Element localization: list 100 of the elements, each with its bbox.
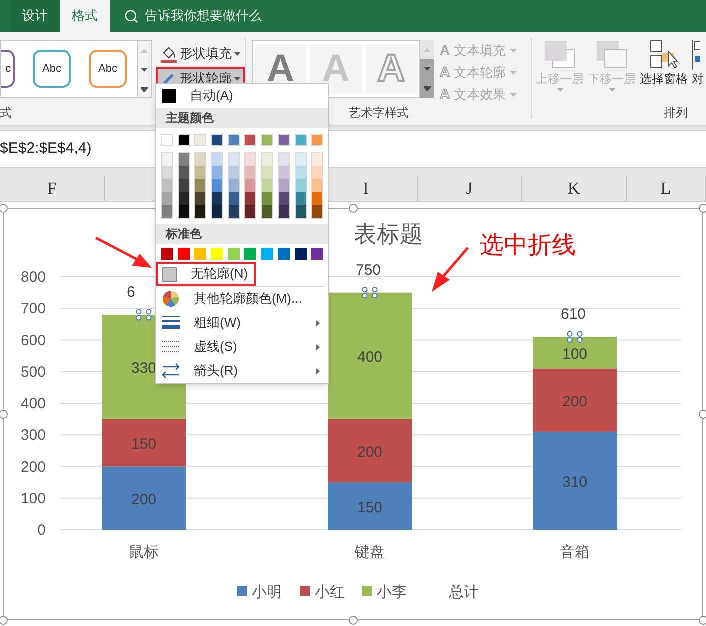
color-swatch[interactable] [311, 134, 324, 146]
color-swatch[interactable] [212, 153, 222, 166]
color-swatch[interactable] [278, 134, 290, 146]
color-swatch[interactable] [178, 179, 189, 192]
color-swatch[interactable] [178, 192, 189, 205]
resize-handle[interactable] [0, 616, 8, 624]
menu-item[interactable]: 无轮廓(N) [156, 262, 256, 286]
color-swatch[interactable] [195, 192, 206, 205]
color-swatch[interactable] [161, 134, 173, 146]
point-handle[interactable] [362, 287, 378, 299]
ribbon-tab[interactable]: 设计 [10, 0, 60, 32]
color-swatch[interactable] [162, 153, 172, 166]
color-swatch[interactable] [178, 134, 190, 146]
color-swatch[interactable] [194, 134, 206, 146]
color-swatch[interactable] [278, 166, 289, 179]
color-swatch[interactable] [228, 134, 240, 146]
color-swatch[interactable] [228, 205, 239, 218]
color-swatch[interactable] [245, 179, 256, 192]
shape-style-sample[interactable]: Abc [33, 50, 71, 88]
color-swatch[interactable] [312, 192, 322, 205]
section-header: 标准色 [156, 224, 328, 244]
color-swatch[interactable] [228, 179, 239, 192]
color-swatch[interactable] [244, 248, 256, 260]
point-handle[interactable] [136, 309, 152, 321]
color-swatch[interactable] [278, 248, 290, 260]
color-swatch[interactable] [311, 248, 324, 260]
color-swatch[interactable] [296, 166, 306, 179]
data-label: 150 [131, 436, 157, 454]
tell-me-field[interactable]: 告诉我你想要做什么 [145, 6, 325, 26]
color-swatch[interactable] [228, 248, 240, 260]
menu-item[interactable]: 箭头(R) [156, 359, 328, 383]
color-swatch[interactable] [228, 166, 239, 179]
color-swatch[interactable] [195, 166, 206, 179]
color-swatch[interactable] [161, 248, 173, 260]
shape-style-sample[interactable]: c [1, 50, 15, 88]
color-swatch[interactable] [228, 192, 239, 205]
color-swatch[interactable] [162, 205, 172, 218]
color-swatch[interactable] [294, 248, 307, 260]
color-swatch[interactable] [278, 153, 289, 166]
shape-style-sample[interactable]: Abc [89, 50, 127, 88]
color-swatch[interactable] [244, 134, 256, 146]
column-header[interactable]: J [466, 176, 473, 202]
color-swatch[interactable] [296, 179, 306, 192]
color-swatch[interactable] [245, 205, 256, 218]
column-header[interactable]: I [363, 176, 369, 202]
color-swatch[interactable] [178, 205, 189, 218]
color-swatch[interactable] [262, 192, 272, 205]
color-swatch[interactable] [194, 248, 206, 260]
color-swatch[interactable] [312, 153, 322, 166]
color-swatch[interactable] [162, 179, 172, 192]
color-swatch[interactable] [195, 205, 206, 218]
color-swatch[interactable] [262, 153, 272, 166]
column-header[interactable]: L [660, 176, 672, 202]
color-swatch[interactable] [312, 179, 322, 192]
ribbon-tab[interactable]: 格式 [60, 0, 110, 32]
color-swatch[interactable] [278, 192, 289, 205]
color-swatch[interactable] [195, 153, 206, 166]
caret-icon [510, 70, 518, 74]
color-swatch[interactable] [262, 166, 272, 179]
color-swatch[interactable] [245, 166, 256, 179]
color-swatch[interactable] [262, 205, 272, 218]
color-swatch[interactable] [178, 166, 189, 179]
arrange-button[interactable]: 选择窗格 [640, 40, 688, 104]
color-swatch[interactable] [312, 205, 322, 218]
color-swatch[interactable] [312, 166, 322, 179]
menu-item[interactable]: 其他轮廓颜色(M)... [156, 287, 328, 311]
menu-item[interactable]: 粗细(W) [156, 311, 328, 335]
color-swatch[interactable] [212, 179, 222, 192]
column-header[interactable]: F [47, 176, 57, 202]
shape-command-button[interactable]: 形状填充 [156, 42, 245, 65]
color-swatch[interactable] [296, 205, 306, 218]
point-handle[interactable] [567, 331, 583, 343]
color-swatch[interactable] [211, 134, 224, 146]
color-swatch[interactable] [245, 192, 256, 205]
color-swatch[interactable] [212, 166, 222, 179]
color-swatch[interactable] [294, 134, 307, 146]
color-swatch[interactable] [245, 153, 256, 166]
column-header[interactable]: K [568, 176, 580, 202]
color-swatch[interactable] [211, 248, 224, 260]
color-swatch[interactable] [262, 179, 272, 192]
color-swatch[interactable] [261, 248, 274, 260]
color-swatch[interactable] [178, 248, 190, 260]
color-swatch[interactable] [178, 153, 189, 166]
color-swatch[interactable] [228, 153, 239, 166]
color-swatch[interactable] [195, 179, 206, 192]
color-swatch[interactable] [278, 205, 289, 218]
color-swatch[interactable] [278, 179, 289, 192]
color-swatch[interactable] [212, 205, 222, 218]
color-swatch[interactable] [162, 192, 172, 205]
resize-handle[interactable] [698, 204, 706, 212]
resize-handle[interactable] [348, 204, 358, 212]
menu-item[interactable]: 虚线(S) [156, 335, 328, 359]
color-swatch[interactable] [296, 153, 306, 166]
color-swatch[interactable] [296, 192, 306, 205]
arrange-button[interactable]: 对 [692, 40, 706, 104]
color-swatch[interactable] [261, 134, 274, 146]
color-swatch[interactable] [212, 192, 222, 205]
resize-handle[interactable] [0, 204, 8, 212]
resize-handle[interactable] [0, 410, 8, 418]
color-swatch[interactable] [162, 166, 172, 179]
